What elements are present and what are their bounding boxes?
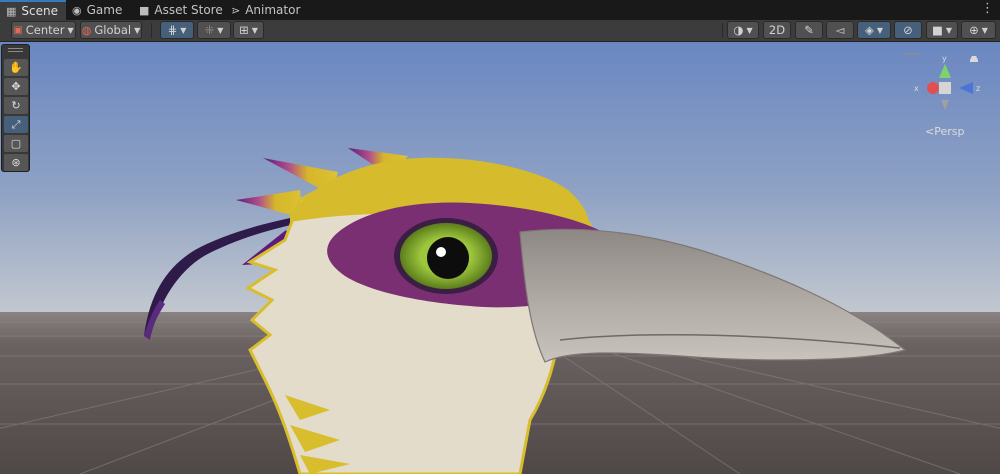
grid-lines-icon: ⊞: [239, 23, 249, 37]
grid-snap-button[interactable]: ⋕ ▼: [160, 21, 194, 39]
toggle-2d-button[interactable]: 2D: [763, 21, 791, 39]
lighting-toggle[interactable]: ✎: [795, 21, 823, 39]
panel-grip-icon[interactable]: [8, 48, 23, 49]
space-label: Global: [94, 23, 132, 37]
eye-glint: [436, 247, 446, 257]
move-tool[interactable]: ✥: [4, 78, 28, 95]
gizmo-z-arrow[interactable]: [959, 82, 973, 94]
chevron-down-icon: ▼: [746, 25, 753, 35]
projection-toggle[interactable]: <Persp: [925, 125, 964, 138]
camera-icon: ■: [931, 23, 943, 37]
tab-game-label: Game: [86, 3, 123, 17]
transform-icon: ⊛: [11, 156, 21, 169]
lightbulb-icon: ✎: [804, 23, 814, 37]
rect-tool[interactable]: ▢: [4, 135, 28, 152]
pivot-label: Center: [25, 23, 65, 37]
layers-icon: ◈: [864, 23, 874, 37]
scene-grid-icon: ▦: [6, 4, 17, 18]
hand-icon: ✋: [9, 61, 23, 74]
grid-snap-icon: ⋕: [167, 23, 178, 37]
gizmo-globe-icon: ⊕: [969, 23, 979, 37]
scene-render: [0, 42, 1000, 474]
space-dropdown[interactable]: ◍ Global ▼: [80, 21, 142, 39]
chevron-down-icon: ▼: [67, 25, 74, 35]
gizmo-y-label: y: [942, 54, 947, 63]
chevron-down-icon: ▼: [217, 25, 224, 35]
rect-transform-icon: ▢: [10, 137, 22, 150]
tab-game[interactable]: ◉ Game: [72, 0, 122, 20]
shopping-bag-icon: ■: [139, 3, 150, 17]
transform-tool[interactable]: ⊛: [4, 154, 28, 171]
toolbar-divider: [722, 23, 723, 38]
tab-scene-label: Scene: [21, 4, 58, 18]
chevron-down-icon: ▼: [945, 25, 953, 35]
gizmo-y-arrow[interactable]: [939, 64, 951, 78]
grid-visibility-button[interactable]: ⊞ ▼: [233, 21, 264, 39]
gamepad-icon: ◉: [72, 3, 82, 17]
tab-animator[interactable]: ⋗ Animator: [231, 0, 300, 20]
effects-dropdown[interactable]: ◈ ▼: [857, 21, 891, 39]
speaker-mute-icon: ◅: [835, 23, 845, 37]
snap-grid-icon: ⁜: [204, 23, 215, 37]
editor-tab-bar: ▦ Scene ◉ Game ■ Asset Store ⋗ Animator …: [0, 0, 1000, 20]
gizmo-center-cube[interactable]: [939, 82, 951, 94]
gizmo-x-handle[interactable]: [927, 82, 939, 94]
chevron-down-icon: ▼: [251, 25, 258, 35]
tab-asset-store-label: Asset Store: [154, 3, 223, 17]
draw-mode-button[interactable]: ◑ ▼: [727, 21, 759, 39]
chevron-down-icon: ▼: [876, 25, 883, 35]
rotate-icon: ↻: [11, 99, 21, 112]
scale-icon: ⤢: [11, 117, 21, 131]
increment-snap-button[interactable]: ⁜ ▼: [197, 21, 231, 39]
rotate-tool[interactable]: ↻: [4, 97, 28, 114]
scale-tool[interactable]: ⤢: [4, 116, 28, 133]
scene-viewport[interactable]: x y z <Persp: [0, 42, 1000, 474]
gizmo-neg-y: [941, 100, 949, 110]
pivot-dropdown[interactable]: ▣ Center ▼: [11, 21, 76, 39]
scene-toolbar: ▣ Center ▼ ◍ Global ▼ ⋕ ▼ ⁜ ▼ ⊞ ▼ ◑ ▼ 2D…: [0, 20, 1000, 42]
eye-pupil: [427, 237, 469, 279]
tab-animator-label: Animator: [245, 3, 301, 17]
camera-dropdown[interactable]: ■ ▼: [926, 21, 958, 39]
more-options-icon[interactable]: ⋮: [981, 1, 994, 16]
lock-icon[interactable]: [970, 56, 978, 62]
toolbar-divider: [151, 23, 152, 38]
tab-asset-store[interactable]: ■ Asset Store: [139, 0, 223, 20]
globe-icon: ◍: [81, 23, 92, 37]
chevron-left-icon: <: [925, 125, 935, 138]
scene-visibility-toggle[interactable]: ⊘: [894, 21, 922, 39]
chevron-down-icon: ▼: [180, 25, 187, 35]
chevron-down-icon: ▼: [981, 25, 988, 35]
animator-icon: ⋗: [231, 3, 241, 17]
transform-tools-panel: ✋ ✥ ↻ ⤢ ▢ ⊛: [1, 44, 30, 172]
eye-hidden-icon: ⊘: [903, 23, 913, 37]
gizmo-z-label: z: [976, 84, 980, 93]
pivot-icon: ▣: [13, 24, 23, 36]
shading-sphere-icon: ◑: [733, 23, 744, 37]
orientation-gizmo[interactable]: x y z: [905, 50, 995, 120]
chevron-down-icon: ▼: [134, 25, 141, 35]
audio-toggle[interactable]: ◅: [826, 21, 854, 39]
tab-scene[interactable]: ▦ Scene: [0, 0, 66, 20]
gizmos-dropdown[interactable]: ⊕ ▼: [961, 21, 996, 39]
move-arrows-icon: ✥: [11, 80, 21, 93]
projection-label: Persp: [934, 125, 965, 138]
toggle-2d-label: 2D: [768, 23, 786, 37]
hand-tool[interactable]: ✋: [4, 59, 28, 76]
gizmo-x-label: x: [914, 84, 919, 93]
